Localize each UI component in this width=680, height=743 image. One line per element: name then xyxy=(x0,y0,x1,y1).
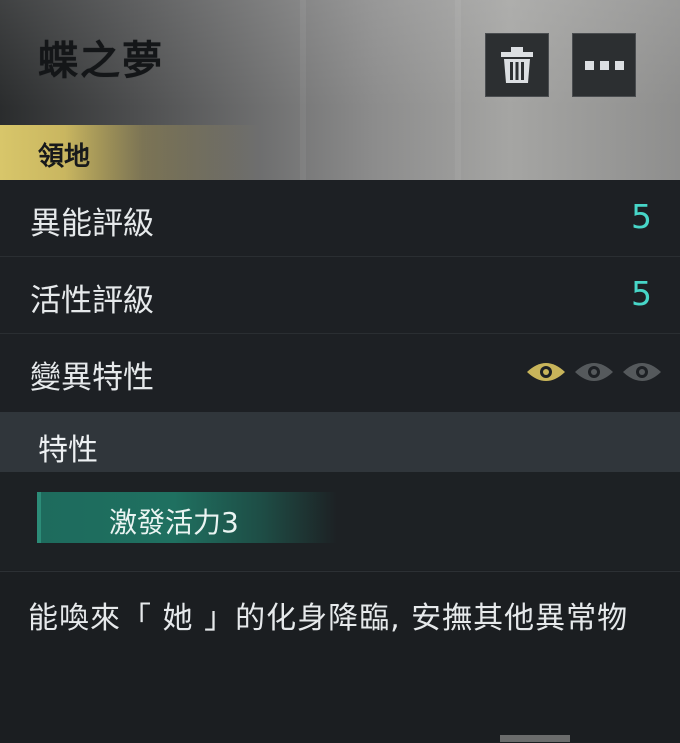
stat-label: 活性評級 xyxy=(30,283,154,319)
trait-chip[interactable]: 激發活力3 xyxy=(37,492,337,543)
more-options-button[interactable] xyxy=(572,33,636,97)
trait-label: 激發活力3 xyxy=(109,506,239,539)
more-dots-icon xyxy=(584,60,624,70)
stat-row-ability-rating: 異能評級 5 xyxy=(0,180,680,257)
stat-value: 5 xyxy=(631,197,652,236)
category-tag-label: 領地 xyxy=(38,142,91,172)
mutation-label: 變異特性 xyxy=(30,360,154,396)
description-panel: 能喚來「 她 」的化身降臨, 安撫其他異常物 xyxy=(0,571,680,743)
bottom-decoration xyxy=(500,735,570,742)
stat-row-activity-rating: 活性評級 5 xyxy=(0,257,680,334)
eye-icon-active xyxy=(527,363,565,381)
delete-button[interactable] xyxy=(485,33,549,97)
mutation-row: 變異特性 xyxy=(0,334,680,412)
item-title: 蝶之夢 xyxy=(38,38,164,84)
background-stripe xyxy=(455,0,461,180)
stat-value: 5 xyxy=(631,274,652,313)
traits-list: 激發活力3 xyxy=(0,472,680,570)
eye-icon-inactive xyxy=(623,363,661,381)
stat-label: 異能評級 xyxy=(30,206,154,242)
traits-header-label: 特性 xyxy=(38,433,98,468)
eye-icon-inactive xyxy=(575,363,613,381)
background-stripe xyxy=(300,0,306,180)
item-description: 能喚來「 她 」的化身降臨, 安撫其他異常物 xyxy=(28,601,629,636)
trash-icon xyxy=(501,47,533,83)
mutation-level-indicator xyxy=(526,360,662,384)
traits-section-header: 特性 xyxy=(0,412,680,472)
